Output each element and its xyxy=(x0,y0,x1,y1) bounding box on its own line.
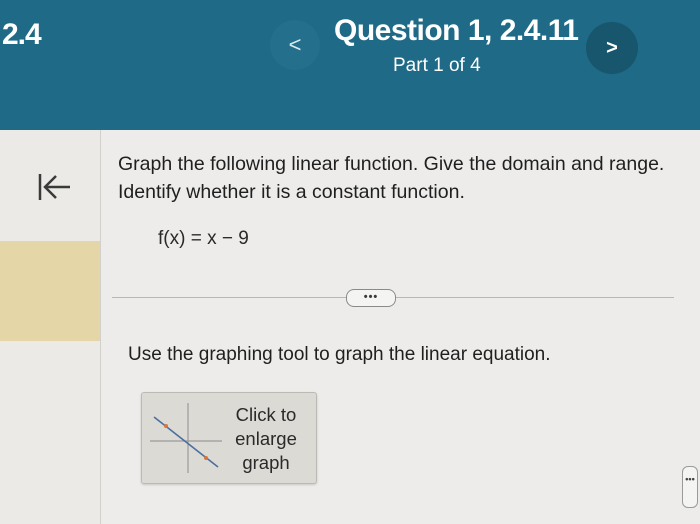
label-line: graph xyxy=(242,452,290,473)
rail-highlight xyxy=(0,241,100,341)
enlarge-graph-label: Click to enlarge graph xyxy=(227,403,305,475)
function-expression: f(x) = x − 9 xyxy=(158,228,249,249)
next-question-button[interactable]: > xyxy=(586,22,638,74)
question-part: Part 1 of 4 xyxy=(393,55,481,76)
graph-thumbnail-icon xyxy=(150,403,222,473)
section-number: 2.4 xyxy=(2,18,42,51)
previous-question-button[interactable]: < xyxy=(270,20,320,70)
chevron-left-icon: < xyxy=(288,32,302,57)
enlarge-graph-button[interactable]: Click to enlarge graph xyxy=(141,392,317,484)
label-line: enlarge xyxy=(235,428,297,449)
collapse-left-icon[interactable] xyxy=(34,170,74,204)
chevron-right-icon: > xyxy=(606,36,618,59)
label-line: Click to xyxy=(235,404,297,425)
more-button[interactable]: ••• xyxy=(346,289,396,307)
side-tab-dots: ••• xyxy=(685,474,695,484)
question-title: Question 1, 2.4.11 xyxy=(334,14,579,47)
side-panel-tab[interactable]: ••• xyxy=(682,466,698,508)
question-header: 2.4 < Question 1, 2.4.11 Part 1 of 4 > xyxy=(0,0,700,130)
instruction-text: Use the graphing tool to graph the linea… xyxy=(128,344,551,365)
question-prompt: Graph the following linear function. Giv… xyxy=(118,153,665,203)
